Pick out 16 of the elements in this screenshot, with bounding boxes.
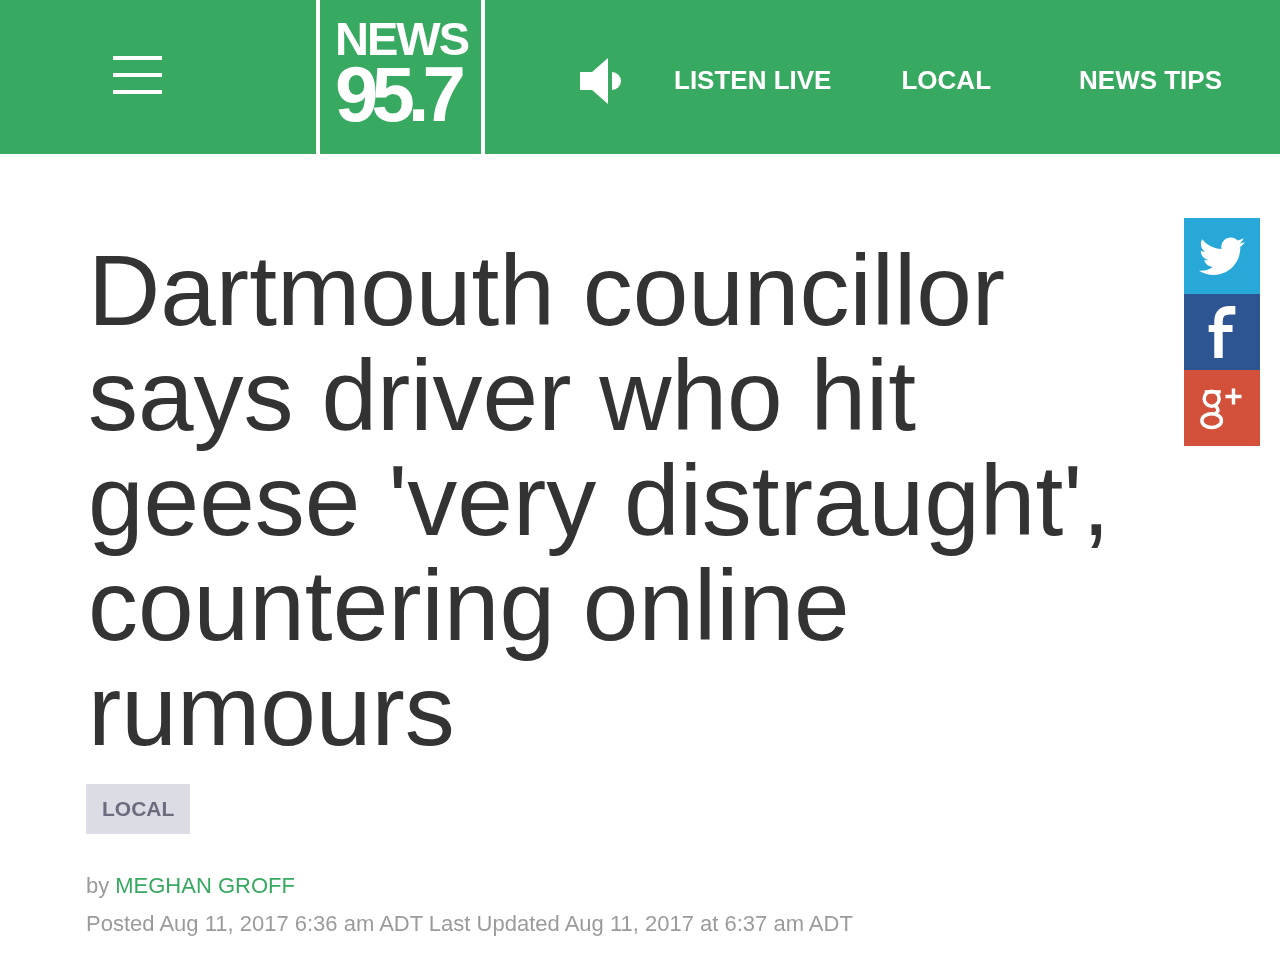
category-tag[interactable]: LOCAL [86,784,191,834]
share-button[interactable] [1184,370,1260,446]
logo-link[interactable]: NEWS 95.7 [316,0,485,154]
byline-prefix: by [86,872,110,900]
author-link[interactable]: MEGHAN GROFF [115,867,295,905]
bird-icon [1199,237,1245,275]
headline: Dartmouth councillor says driver who hit geese 'very distraught', countering online rumours [88,238,1112,763]
share-button[interactable] [1184,294,1260,370]
post-date: Posted Aug 11, 2017 6:36 am ADT Last Updated Aug 11, 2017 at 6:37 am ADT [86,910,853,938]
speaker-icon [580,57,622,104]
nav-link[interactable]: NEWS TIPS [1079,65,1223,96]
letter-f-icon [1208,306,1236,358]
nav-link[interactable]: LISTEN LIVE [674,65,832,96]
nav-link[interactable]: LOCAL [901,65,991,96]
menu-icon [113,56,162,94]
g-plus-icon [1199,385,1245,431]
